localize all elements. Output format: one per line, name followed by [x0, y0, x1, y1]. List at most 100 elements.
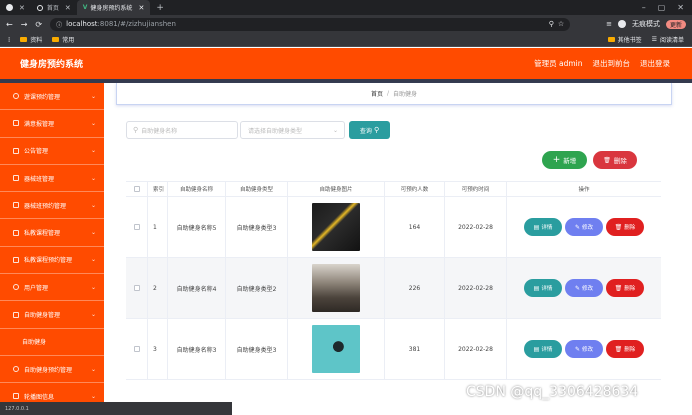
query-button[interactable]: 查询 ⚲ — [349, 121, 390, 139]
browser-tab-1[interactable]: ✕ — [0, 0, 31, 15]
detail-button[interactable]: ▤ 详情 — [524, 340, 562, 358]
checkbox-icon[interactable] — [133, 186, 140, 192]
close-tab-icon[interactable]: ✕ — [19, 4, 25, 12]
type-select-placeholder: 请选择自助健身类型 — [248, 127, 303, 135]
row-select[interactable] — [126, 258, 148, 318]
other-bookmarks[interactable]: 其他书签 — [607, 35, 642, 44]
sidebar-item[interactable]: 器械班预约管理 ⌄ — [0, 192, 104, 220]
checkbox-icon[interactable] — [133, 285, 140, 291]
sidebar-item[interactable]: 私教课程预约管理 ⌄ — [0, 247, 104, 275]
header-date: 可预约时间 — [445, 182, 507, 196]
row-select[interactable] — [126, 197, 148, 257]
breadcrumb-home[interactable]: 首页 — [371, 89, 383, 98]
chevron-down-icon: ⌄ — [90, 92, 96, 100]
edit-label: 修改 — [582, 347, 594, 353]
row-select[interactable] — [126, 319, 148, 379]
cell-type: 自助健身类型3 — [226, 319, 288, 379]
chevron-down-icon: ⌄ — [90, 365, 96, 373]
back-icon[interactable]: ← — [6, 20, 13, 29]
edit-button[interactable]: ✎ 修改 — [565, 340, 603, 358]
new-tab-icon[interactable]: + — [156, 3, 164, 13]
delete-button[interactable]: 🗑 删除 — [606, 340, 644, 358]
clock-icon — [13, 366, 19, 373]
grid-icon — [13, 202, 19, 209]
browser-tab-3[interactable]: V 健身房预约系统 ✕ — [76, 0, 151, 15]
forward-icon[interactable]: → — [21, 20, 28, 29]
sidebar-item[interactable]: 满意报管理 ⌄ — [0, 110, 104, 138]
watermark: CSDN @qq_3306428634 — [466, 384, 639, 400]
sidebar-item-label: 自助健身 — [22, 339, 47, 347]
edit-button[interactable]: ✎ 修改 — [565, 218, 603, 236]
edit-label: 修改 — [582, 286, 594, 292]
name-search-input[interactable]: ⚲ 自助健身名称 — [126, 121, 238, 139]
header-image: 自助健身图片 — [288, 182, 385, 196]
sidebar: 遊课预约管理 ⌄ 满意报管理 ⌄ 公告管理 ⌄ 器械班管理 ⌄ 器械班预约管理 ⌄ 私教课程管理 ⌄ 私… — [0, 83, 104, 415]
close-tab-icon[interactable]: ✕ — [138, 4, 144, 12]
logout-link[interactable]: 退出登录 — [640, 58, 670, 69]
maximize-icon[interactable]: ▢ — [658, 3, 666, 12]
cell-image — [288, 258, 385, 318]
header-actions: 操作 — [578, 187, 590, 193]
location-icon — [13, 284, 19, 291]
name-search-placeholder: 自助健身名称 — [141, 127, 178, 135]
checkbox-icon[interactable] — [133, 346, 140, 352]
grid-icon — [13, 229, 19, 236]
sidebar-item[interactable]: 自助健身管理 ⌄ — [0, 301, 104, 329]
detail-label: 详情 — [541, 225, 553, 231]
add-label: 新增 — [563, 157, 577, 165]
add-button[interactable]: + 新增 — [542, 151, 587, 169]
checkbox-icon[interactable] — [133, 224, 140, 230]
type-select[interactable]: 请选择自助健身类型 ⌄ — [240, 121, 345, 139]
sidebar-item-label: 器械班预约管理 — [24, 202, 67, 210]
zoom-icon[interactable]: ⚲ — [549, 20, 554, 28]
chevron-down-icon: ⌄ — [90, 119, 96, 127]
sidebar-item[interactable]: 私教课程管理 ⌄ — [0, 219, 104, 247]
reading-list-icon: ☰ — [651, 36, 657, 43]
star-icon[interactable]: ☆ — [558, 20, 564, 28]
sidebar-item[interactable]: 自助健身预约管理 ⌄ — [0, 356, 104, 384]
delete-label: 删除 — [624, 347, 636, 353]
bookmark-folder-2[interactable]: 常用 — [52, 35, 74, 44]
close-window-icon[interactable]: ✕ — [677, 3, 684, 12]
breadcrumb-current: 自助健身 — [393, 91, 418, 98]
delete-button[interactable]: 🗑 删除 — [606, 218, 644, 236]
chevron-down-icon: ⌄ — [90, 311, 96, 319]
back-to-front-link[interactable]: 退出到前台 — [593, 58, 631, 69]
header-index: 索引 — [148, 182, 168, 196]
detail-button[interactable]: ▤ 详情 — [524, 279, 562, 297]
apps-icon[interactable]: ⁞ — [8, 36, 10, 44]
chevron-down-icon: ⌄ — [90, 256, 96, 264]
cell-type: 自助健身类型2 — [226, 258, 288, 318]
chevron-down-icon: ⌄ — [90, 201, 96, 209]
cell-name: 自助健身名称3 — [168, 319, 226, 379]
header-select-all[interactable] — [126, 182, 148, 196]
batch-delete-button[interactable]: 🗑 删除 — [593, 151, 637, 169]
profile-label[interactable]: 无痕模式 — [632, 19, 660, 29]
close-tab-icon[interactable]: ✕ — [65, 4, 71, 12]
tab-search-icon[interactable]: ≡ — [606, 20, 612, 28]
info-icon: ⓘ — [56, 21, 63, 29]
cell-count: 164 — [385, 197, 445, 257]
delete-button[interactable]: 🗑 删除 — [606, 279, 644, 297]
reload-icon[interactable]: ⟳ — [35, 20, 42, 29]
cell-index: 3 — [148, 319, 168, 379]
reading-list[interactable]: ☰ 阅读清单 — [652, 35, 684, 44]
sidebar-item[interactable]: 公告管理 ⌄ — [0, 138, 104, 165]
sidebar-item[interactable]: 器械班管理 ⌄ — [0, 165, 104, 193]
phone-icon — [13, 256, 19, 263]
browser-tab-bar: ✕ 首页 ✕ V 健身房预约系统 ✕ + – ▢ ✕ — [0, 0, 692, 15]
detail-button[interactable]: ▤ 详情 — [524, 218, 562, 236]
delete-label: 删除 — [624, 286, 636, 292]
sidebar-item[interactable]: 自助健身 — [0, 329, 104, 356]
sidebar-item[interactable]: 用户管理 ⌄ — [0, 274, 104, 302]
sidebar-item-label: 自助健身预约管理 — [24, 366, 73, 374]
sidebar-item-label: 私教课程管理 — [24, 230, 61, 238]
browser-tab-2[interactable]: 首页 ✕ — [31, 0, 77, 15]
sidebar-item[interactable]: 遊课预约管理 ⌄ — [0, 83, 104, 111]
update-button[interactable]: 更新 — [665, 19, 686, 29]
bookmark-folder-1[interactable]: 资料 — [20, 35, 42, 44]
edit-button[interactable]: ✎ 修改 — [565, 279, 603, 297]
minimize-icon[interactable]: – — [642, 3, 646, 12]
cell-date: 2022-02-28 — [445, 319, 507, 379]
url-field[interactable]: ⓘ localhost:8081/#/zizhujianshen ⚲ ☆ — [50, 17, 571, 31]
